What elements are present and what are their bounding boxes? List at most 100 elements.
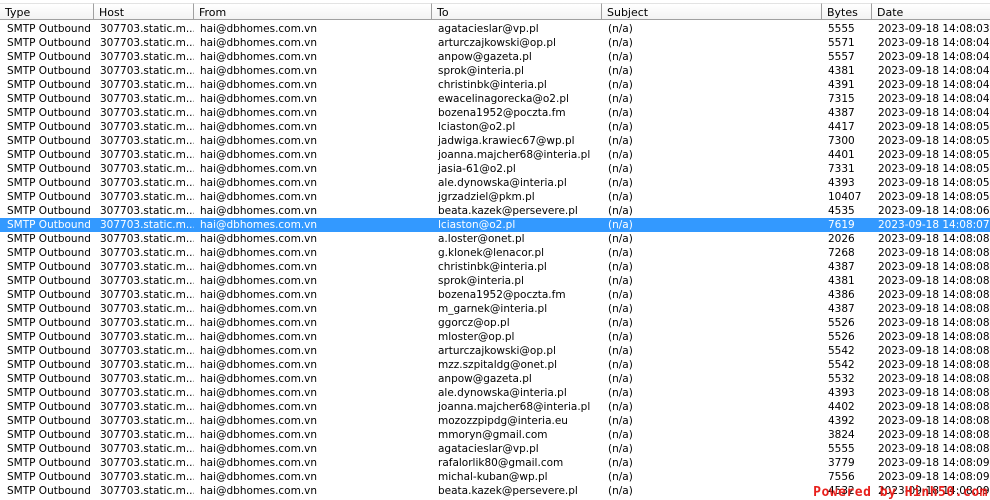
column-header-type[interactable]: Type [0,3,94,20]
cell-type: SMTP Outbound [7,415,91,427]
cell-bytes: 5571 [828,37,855,49]
cell-to: anpow@gazeta.pl [438,373,532,385]
table-row[interactable]: SMTP Outbound 307703.static.m... hai@dbhom… [0,400,990,414]
cell-subject: (n/a) [608,429,633,441]
table-row[interactable]: SMTP Outbound 307703.static.m... hai@dbhom… [0,316,990,330]
cell-to: mozozzpipdg@interia.eu [438,415,568,427]
table-row[interactable]: SMTP Outbound 307703.static.m... hai@dbhom… [0,162,990,176]
table-row[interactable]: SMTP Outbound 307703.static.m... hai@dbhom… [0,260,990,274]
table-row[interactable]: SMTP Outbound 307703.static.m... hai@dbhom… [0,414,990,428]
cell-to: lciaston@o2.pl [438,121,516,133]
table-row[interactable]: SMTP Outbound 307703.static.m... hai@dbhom… [0,288,990,302]
cell-date: 2023-09-18 14:08:07 [878,219,990,231]
cell-to: ale.dynowska@interia.pl [438,387,567,399]
table-row[interactable]: SMTP Outbound 307703.static.m... hai@dbhom… [0,78,990,92]
cell-from: hai@dbhomes.com.vn [200,289,318,301]
table-row[interactable]: SMTP Outbound 307703.static.m... hai@dbhom… [0,386,990,400]
cell-type: SMTP Outbound [7,191,91,203]
cell-subject: (n/a) [608,205,633,217]
cell-bytes: 4392 [828,415,855,427]
table-row[interactable]: SMTP Outbound 307703.static.m... hai@dbhom… [0,190,990,204]
table-row[interactable]: SMTP Outbound 307703.static.m... hai@dbhom… [0,274,990,288]
cell-to: g.klonek@lenacor.pl [438,247,545,259]
table-row[interactable]: SMTP Outbound 307703.static.m... hai@dbhom… [0,344,990,358]
table-row[interactable]: SMTP Outbound 307703.static.m... hai@dbhom… [0,302,990,316]
cell-from: hai@dbhomes.com.vn [200,429,318,441]
table-row[interactable]: SMTP Outbound 307703.static.m... hai@dbhom… [0,22,990,36]
table-row[interactable]: SMTP Outbound 307703.static.m... hai@dbhom… [0,134,990,148]
column-header-bytes[interactable]: Bytes [822,3,872,20]
cell-bytes: 7300 [828,135,855,147]
table-row[interactable]: SMTP Outbound 307703.static.m... hai@dbhom… [0,372,990,386]
table-row[interactable]: SMTP Outbound 307703.static.m... hai@dbhom… [0,218,990,232]
table-row[interactable]: SMTP Outbound 307703.static.m... hai@dbhom… [0,148,990,162]
cell-type: SMTP Outbound [7,387,91,399]
cell-date: 2023-09-18 14:08:09 [878,471,990,483]
table-row[interactable]: SMTP Outbound 307703.static.m... hai@dbhom… [0,330,990,344]
cell-from: hai@dbhomes.com.vn [200,471,318,483]
cell-subject: (n/a) [608,135,633,147]
cell-from: hai@dbhomes.com.vn [200,219,318,231]
cell-bytes: 5542 [828,345,855,357]
table-row[interactable]: SMTP Outbound 307703.static.m... hai@dbhom… [0,232,990,246]
cell-to: agatacieslar@vp.pl [438,443,539,455]
cell-date: 2023-09-18 14:08:08 [878,443,990,455]
cell-from: hai@dbhomes.com.vn [200,331,318,343]
table-row[interactable]: SMTP Outbound 307703.static.m... hai@dbhom… [0,106,990,120]
cell-host: 307703.static.m... [100,163,194,175]
table-row[interactable]: SMTP Outbound 307703.static.m... hai@dbhom… [0,470,990,484]
cell-type: SMTP Outbound [7,23,91,35]
table-row[interactable]: SMTP Outbound 307703.static.m... hai@dbhom… [0,428,990,442]
column-header-date[interactable]: Date [872,3,990,20]
table-row[interactable]: SMTP Outbound 307703.static.m... hai@dbhom… [0,92,990,106]
watermark: Powered by Hinh50.com [813,485,988,500]
cell-from: hai@dbhomes.com.vn [200,51,318,63]
cell-subject: (n/a) [608,401,633,413]
cell-type: SMTP Outbound [7,485,91,497]
cell-host: 307703.static.m... [100,121,194,133]
cell-subject: (n/a) [608,275,633,287]
cell-host: 307703.static.m... [100,93,194,105]
cell-type: SMTP Outbound [7,135,91,147]
cell-host: 307703.static.m... [100,415,194,427]
cell-to: beata.kazek@persevere.pl [438,485,578,497]
cell-subject: (n/a) [608,191,633,203]
message-list-view[interactable]: Type Host From To Subject Bytes Date SMT… [0,0,990,500]
cell-subject: (n/a) [608,149,633,161]
cell-type: SMTP Outbound [7,401,91,413]
cell-bytes: 4381 [828,275,855,287]
table-row[interactable]: SMTP Outbound 307703.static.m... hai@dbhom… [0,456,990,470]
cell-host: 307703.static.m... [100,359,194,371]
cell-date: 2023-09-18 14:08:08 [878,233,990,245]
cell-type: SMTP Outbound [7,177,91,189]
cell-date: 2023-09-18 14:08:04 [878,93,990,105]
cell-subject: (n/a) [608,23,633,35]
cell-subject: (n/a) [608,93,633,105]
table-row[interactable]: SMTP Outbound 307703.static.m... hai@dbhom… [0,246,990,260]
table-row[interactable]: SMTP Outbound 307703.static.m... hai@dbhom… [0,120,990,134]
column-header-from[interactable]: From [194,3,432,20]
cell-bytes: 7268 [828,247,855,259]
cell-bytes: 4417 [828,121,855,133]
column-header-host[interactable]: Host [94,3,194,20]
cell-subject: (n/a) [608,65,633,77]
cell-subject: (n/a) [608,289,633,301]
table-row[interactable]: SMTP Outbound 307703.static.m... hai@dbhom… [0,442,990,456]
column-header-to[interactable]: To [432,3,602,20]
cell-subject: (n/a) [608,233,633,245]
column-header-subject[interactable]: Subject [602,3,822,20]
cell-host: 307703.static.m... [100,303,194,315]
cell-host: 307703.static.m... [100,387,194,399]
table-row[interactable]: SMTP Outbound 307703.static.m... hai@dbhom… [0,64,990,78]
cell-date: 2023-09-18 14:08:08 [878,261,990,273]
table-row[interactable]: SMTP Outbound 307703.static.m... hai@dbhom… [0,36,990,50]
cell-host: 307703.static.m... [100,149,194,161]
table-row[interactable]: SMTP Outbound 307703.static.m... hai@dbhom… [0,50,990,64]
cell-subject: (n/a) [608,485,633,497]
cell-date: 2023-09-18 14:08:08 [878,373,990,385]
table-row[interactable]: SMTP Outbound 307703.static.m... hai@dbhom… [0,204,990,218]
cell-subject: (n/a) [608,331,633,343]
table-row[interactable]: SMTP Outbound 307703.static.m... hai@dbhom… [0,176,990,190]
cell-host: 307703.static.m... [100,247,194,259]
table-row[interactable]: SMTP Outbound 307703.static.m... hai@dbhom… [0,358,990,372]
